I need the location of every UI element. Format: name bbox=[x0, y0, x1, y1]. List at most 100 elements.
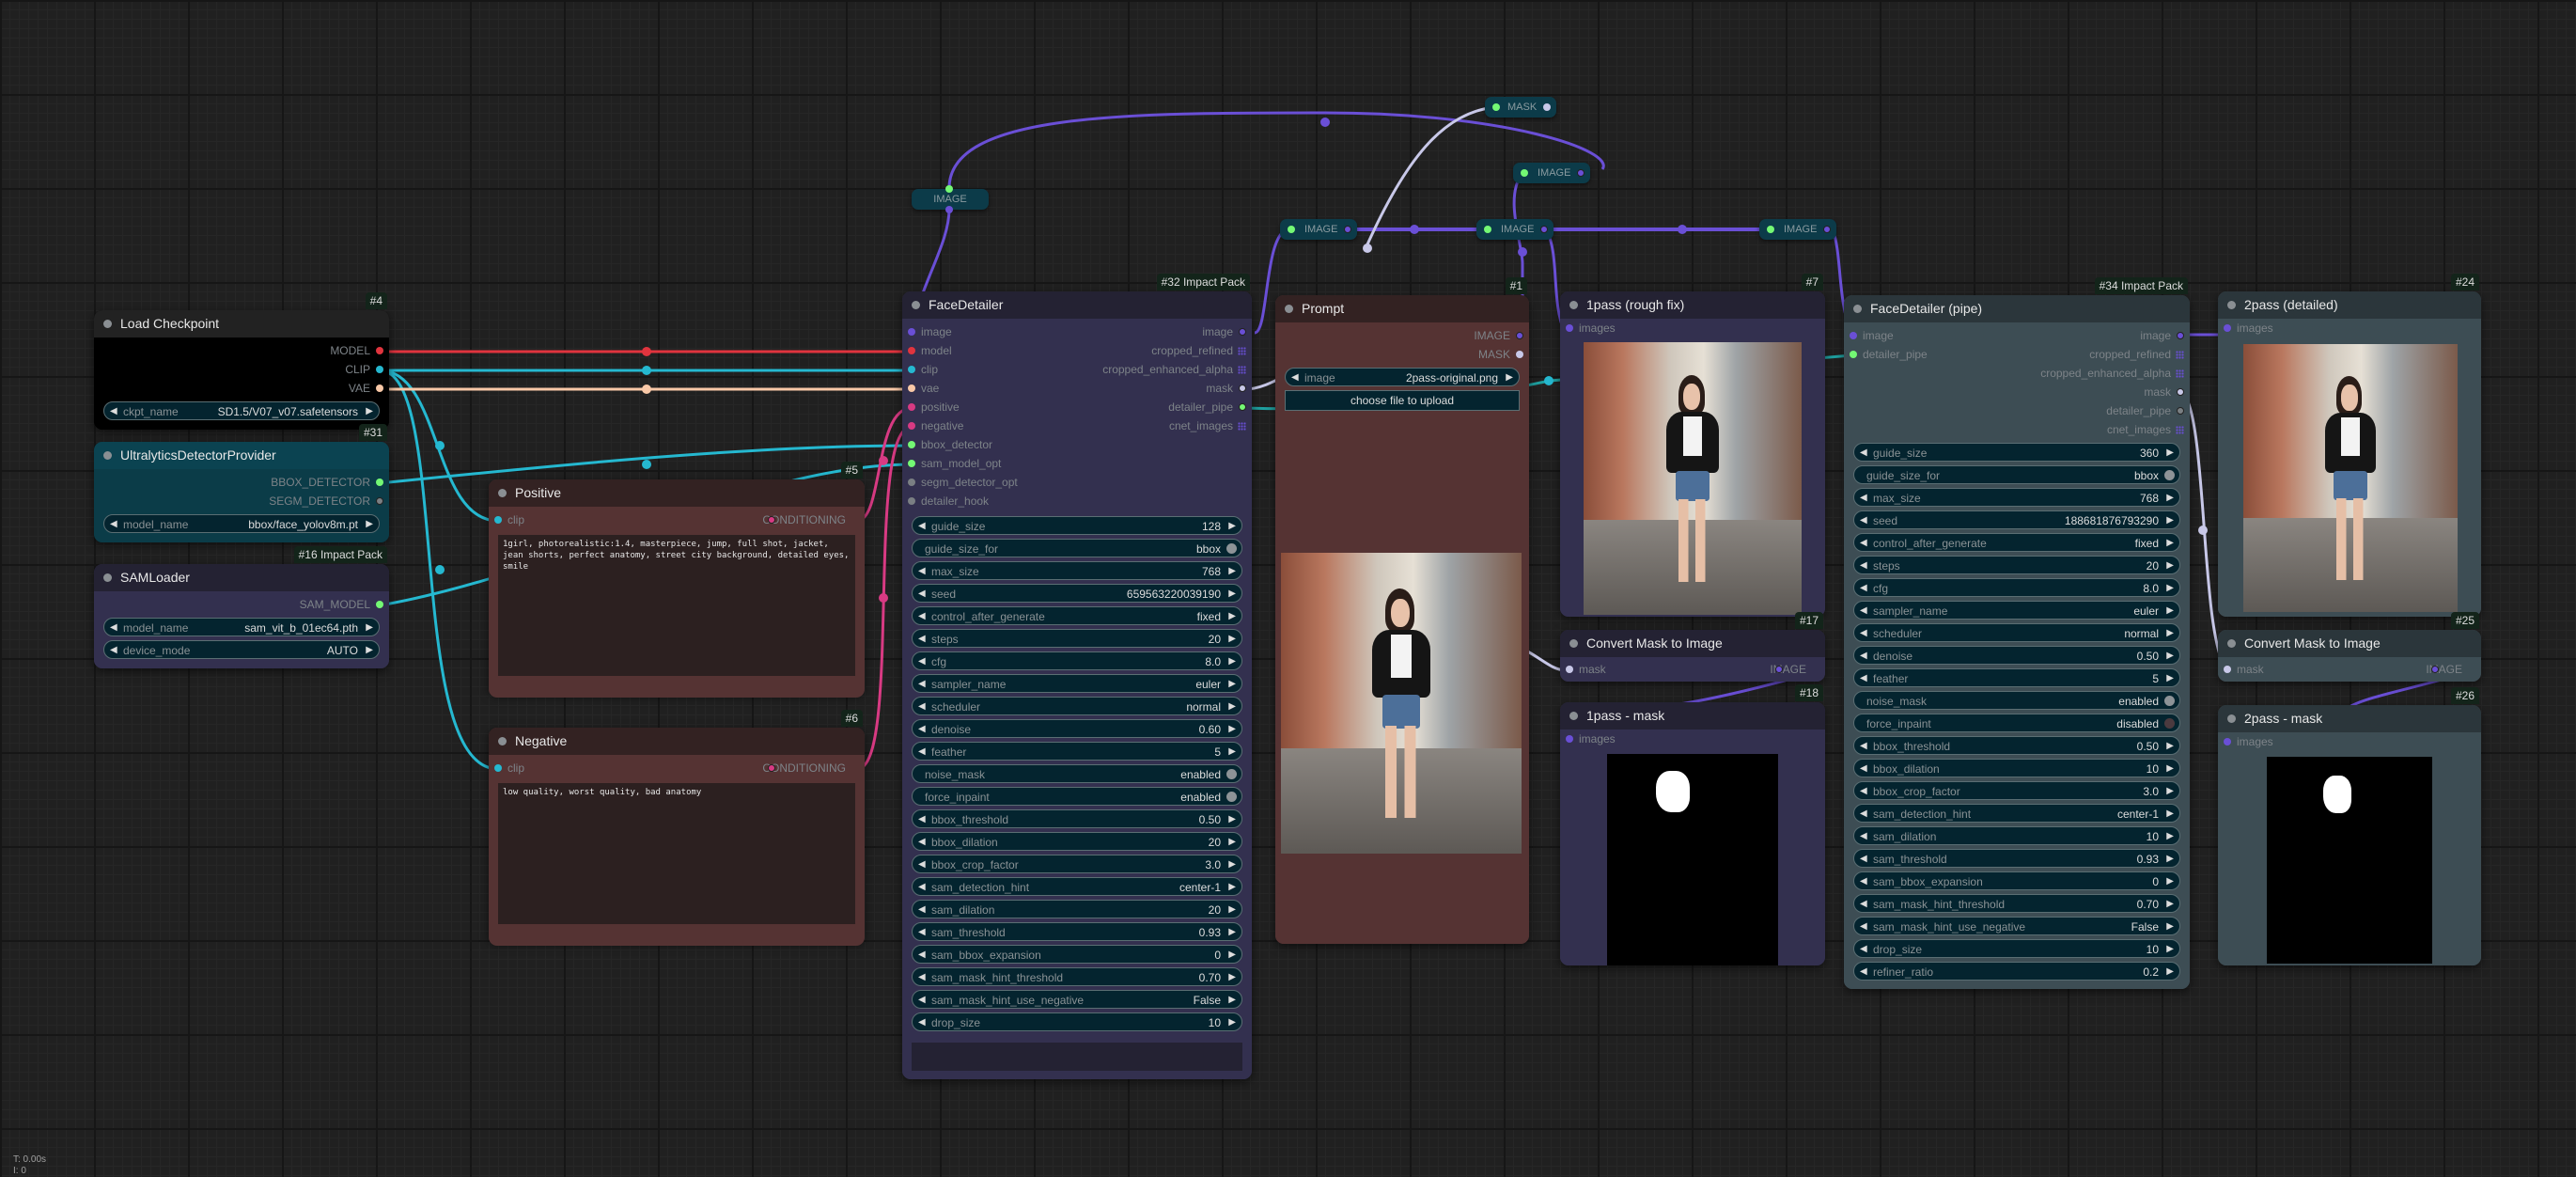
output-cnet-images[interactable]: cnet_images bbox=[1947, 420, 2190, 439]
decrement-arrow-icon[interactable]: ◀ bbox=[1860, 918, 1867, 936]
node-facedetailer[interactable]: #32 Impact Pack FaceDetailer image model c… bbox=[902, 274, 1252, 1079]
decrement-arrow-icon[interactable]: ◀ bbox=[1860, 669, 1867, 688]
reroute-image[interactable]: IMAGE bbox=[1513, 163, 1590, 183]
decrement-arrow-icon[interactable]: ◀ bbox=[1860, 963, 1867, 981]
collapse-dot-icon[interactable] bbox=[2227, 714, 2236, 723]
sam-threshold-widget[interactable]: ◀ sam_threshold 0.93 ▶ bbox=[1853, 849, 2180, 868]
decrement-arrow-icon[interactable]: ◀ bbox=[110, 641, 117, 660]
node-title[interactable]: Prompt bbox=[1275, 295, 1529, 322]
node-1pass-preview[interactable]: #7 1pass (rough fix) images bbox=[1560, 274, 1825, 617]
input-images[interactable]: images bbox=[1560, 319, 1825, 337]
increment-arrow-icon[interactable]: ▶ bbox=[2166, 850, 2174, 869]
increment-arrow-icon[interactable]: ▶ bbox=[366, 619, 373, 637]
increment-arrow-icon[interactable]: ▶ bbox=[1228, 923, 1236, 942]
decrement-arrow-icon[interactable]: ◀ bbox=[1860, 511, 1867, 530]
collapse-dot-icon[interactable] bbox=[498, 737, 507, 745]
increment-arrow-icon[interactable]: ▶ bbox=[2166, 737, 2174, 756]
image-pin-icon[interactable] bbox=[1239, 328, 1246, 336]
scheduler-widget[interactable]: ◀ scheduler normal ▶ bbox=[912, 697, 1242, 715]
force-inpaint-toggle[interactable]: force_inpaint enabled bbox=[912, 787, 1242, 806]
output-cropped-enhanced-alpha[interactable]: cropped_enhanced_alpha bbox=[1947, 364, 2190, 383]
image-pin-icon[interactable] bbox=[908, 328, 915, 336]
refiner-ratio-widget[interactable]: ◀ refiner_ratio 0.2 ▶ bbox=[1853, 962, 2180, 981]
detailer-pipe-pin-icon[interactable] bbox=[1850, 351, 1857, 358]
drop-size-widget[interactable]: ◀ drop_size 10 ▶ bbox=[912, 1012, 1242, 1031]
node-convert-mask-to-image-1[interactable]: #17 Convert Mask to Image mask IMAGE bbox=[1560, 612, 1825, 682]
decrement-arrow-icon[interactable]: ◀ bbox=[1860, 444, 1867, 463]
input-images[interactable]: images bbox=[2218, 732, 2481, 751]
control-after-generate-widget[interactable]: ◀ control_after_generate fixed ▶ bbox=[912, 606, 1242, 625]
cfg-widget[interactable]: ◀ cfg 8.0 ▶ bbox=[1853, 578, 2180, 597]
increment-arrow-icon[interactable]: ▶ bbox=[366, 641, 373, 660]
decrement-arrow-icon[interactable]: ◀ bbox=[918, 923, 926, 942]
increment-arrow-icon[interactable]: ▶ bbox=[1228, 810, 1236, 829]
toggle-knob-icon[interactable] bbox=[1226, 792, 1237, 802]
sam-mask-hint-threshold-widget[interactable]: ◀ sam_mask_hint_threshold 0.70 ▶ bbox=[1853, 894, 2180, 913]
increment-arrow-icon[interactable]: ▶ bbox=[2166, 624, 2174, 643]
input-sam-model-opt[interactable]: sam_model_opt bbox=[902, 454, 1077, 473]
collapse-dot-icon[interactable] bbox=[2227, 301, 2236, 309]
increment-arrow-icon[interactable]: ▶ bbox=[2166, 444, 2174, 463]
increment-arrow-icon[interactable]: ▶ bbox=[1228, 878, 1236, 897]
node-title[interactable]: Convert Mask to Image bbox=[2218, 630, 2481, 657]
noise-mask-toggle[interactable]: noise_mask enabled bbox=[912, 764, 1242, 783]
decrement-arrow-icon[interactable]: ◀ bbox=[918, 878, 926, 897]
reroute-mask[interactable]: MASK bbox=[1485, 97, 1556, 118]
feather-widget[interactable]: ◀ feather 5 ▶ bbox=[1853, 668, 2180, 687]
output-clip[interactable]: CLIP bbox=[94, 360, 389, 379]
device-mode-combo[interactable]: ◀ device_mode AUTO ▶ bbox=[103, 640, 380, 659]
increment-arrow-icon[interactable]: ▶ bbox=[2166, 805, 2174, 824]
decrement-arrow-icon[interactable]: ◀ bbox=[1860, 940, 1867, 959]
input-images[interactable]: images bbox=[1560, 730, 1825, 748]
output-cropped-refined[interactable]: cropped_refined bbox=[1042, 341, 1252, 360]
decrement-arrow-icon[interactable]: ◀ bbox=[1860, 534, 1867, 553]
node-title[interactable]: Negative bbox=[489, 728, 865, 755]
input-mask[interactable]: mask IMAGE bbox=[2218, 660, 2481, 679]
guide-size-widget[interactable]: ◀ guide_size 360 ▶ bbox=[1853, 443, 2180, 462]
image-pin-icon[interactable] bbox=[1850, 332, 1857, 339]
toggle-knob-icon[interactable] bbox=[2164, 696, 2175, 706]
output-mask[interactable]: MASK bbox=[1275, 345, 1529, 364]
increment-arrow-icon[interactable]: ▶ bbox=[1228, 720, 1236, 739]
feather-widget[interactable]: ◀ feather 5 ▶ bbox=[912, 742, 1242, 761]
decrement-arrow-icon[interactable]: ◀ bbox=[1860, 872, 1867, 891]
increment-arrow-icon[interactable]: ▶ bbox=[1228, 517, 1236, 536]
increment-arrow-icon[interactable]: ▶ bbox=[1228, 585, 1236, 604]
increment-arrow-icon[interactable]: ▶ bbox=[1228, 901, 1236, 919]
increment-arrow-icon[interactable]: ▶ bbox=[1506, 369, 1513, 387]
denoise-widget[interactable]: ◀ denoise 0.50 ▶ bbox=[1853, 646, 2180, 665]
sam-detection-hint-widget[interactable]: ◀ sam_detection_hint center-1 ▶ bbox=[912, 877, 1242, 896]
node-title[interactable]: 1pass - mask bbox=[1560, 702, 1825, 730]
cropped-enhanced-alpha-pin-icon[interactable] bbox=[2176, 369, 2184, 378]
increment-arrow-icon[interactable]: ▶ bbox=[2166, 579, 2174, 598]
decrement-arrow-icon[interactable]: ◀ bbox=[918, 946, 926, 965]
node-title[interactable]: Convert Mask to Image bbox=[1560, 630, 1825, 657]
sam-mask-hint-use-negative-widget[interactable]: ◀ sam_mask_hint_use_negative False ▶ bbox=[1853, 917, 2180, 935]
reroute-image[interactable]: IMAGE bbox=[1759, 219, 1836, 240]
node-ultralytics-detector-provider[interactable]: #31 UltralyticsDetectorProvider BBOX_DET… bbox=[94, 424, 389, 542]
input-clip[interactable]: clip CONDITIONING bbox=[489, 510, 865, 529]
ckpt-name-combo[interactable]: ◀ ckpt_name SD1.5/V07_v07.safetensors ▶ bbox=[103, 401, 380, 420]
increment-arrow-icon[interactable]: ▶ bbox=[2166, 602, 2174, 620]
segm-detector-pin-icon[interactable] bbox=[376, 497, 383, 505]
image-pin-icon[interactable] bbox=[1566, 735, 1573, 743]
negative-pin-icon[interactable] bbox=[908, 422, 915, 430]
decrement-arrow-icon[interactable]: ◀ bbox=[918, 517, 926, 536]
sam-dilation-widget[interactable]: ◀ sam_dilation 20 ▶ bbox=[912, 900, 1242, 918]
increment-arrow-icon[interactable]: ▶ bbox=[2166, 557, 2174, 575]
output-conditioning[interactable]: CONDITIONING bbox=[762, 510, 865, 529]
collapse-dot-icon[interactable] bbox=[912, 301, 920, 309]
max-size-widget[interactable]: ◀ max_size 768 ▶ bbox=[912, 561, 1242, 580]
decrement-arrow-icon[interactable]: ◀ bbox=[918, 652, 926, 671]
decrement-arrow-icon[interactable]: ◀ bbox=[918, 630, 926, 649]
toggle-knob-icon[interactable] bbox=[1226, 769, 1237, 779]
collapse-dot-icon[interactable] bbox=[103, 573, 112, 582]
output-image[interactable]: IMAGE bbox=[1275, 326, 1529, 345]
sampler-name-widget[interactable]: ◀ sampler_name euler ▶ bbox=[912, 674, 1242, 693]
increment-arrow-icon[interactable]: ▶ bbox=[1228, 675, 1236, 694]
steps-widget[interactable]: ◀ steps 20 ▶ bbox=[1853, 556, 2180, 574]
decrement-arrow-icon[interactable]: ◀ bbox=[1860, 647, 1867, 666]
input-segm-detector-opt[interactable]: segm_detector_opt bbox=[902, 473, 1077, 492]
bbox-crop-factor-widget[interactable]: ◀ bbox_crop_factor 3.0 ▶ bbox=[912, 855, 1242, 873]
sampler-name-widget[interactable]: ◀ sampler_name euler ▶ bbox=[1853, 601, 2180, 620]
